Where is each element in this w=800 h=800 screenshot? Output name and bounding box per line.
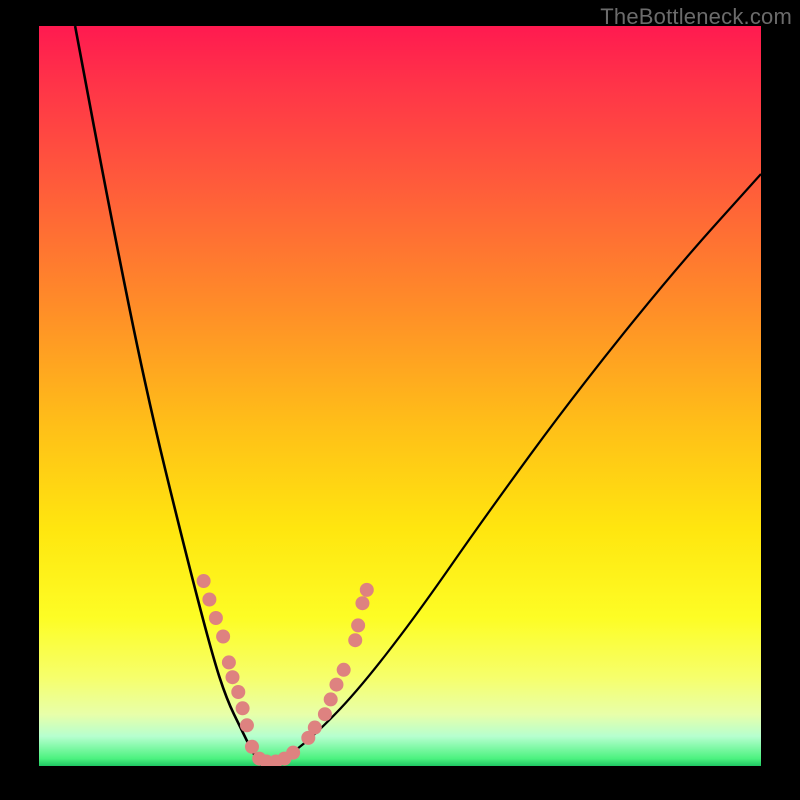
- marker-dot: [318, 707, 332, 721]
- curves-svg: [39, 26, 761, 766]
- marker-dot: [240, 718, 254, 732]
- marker-dot: [301, 731, 315, 745]
- marker-dot: [286, 746, 300, 760]
- plot-area: [39, 26, 761, 766]
- marker-dot: [360, 583, 374, 597]
- marker-dot: [222, 655, 236, 669]
- marker-dot: [324, 692, 338, 706]
- chart-frame: TheBottleneck.com: [0, 0, 800, 800]
- marker-dot: [259, 755, 273, 766]
- marker-dot: [245, 740, 259, 754]
- marker-dot: [277, 752, 291, 766]
- marker-dot: [329, 678, 343, 692]
- marker-dot: [225, 670, 239, 684]
- left-curve: [75, 26, 263, 766]
- marker-dot: [308, 721, 322, 735]
- markers: [197, 574, 374, 766]
- marker-dot: [355, 596, 369, 610]
- marker-dot: [337, 663, 351, 677]
- marker-dot: [269, 755, 283, 766]
- marker-dot: [252, 752, 266, 766]
- marker-dot: [351, 618, 365, 632]
- marker-dot: [202, 593, 216, 607]
- marker-dot: [236, 701, 250, 715]
- marker-dot: [197, 574, 211, 588]
- marker-dot: [231, 685, 245, 699]
- marker-dot: [216, 630, 230, 644]
- marker-dot: [209, 611, 223, 625]
- marker-dot: [348, 633, 362, 647]
- right-curve: [263, 174, 761, 766]
